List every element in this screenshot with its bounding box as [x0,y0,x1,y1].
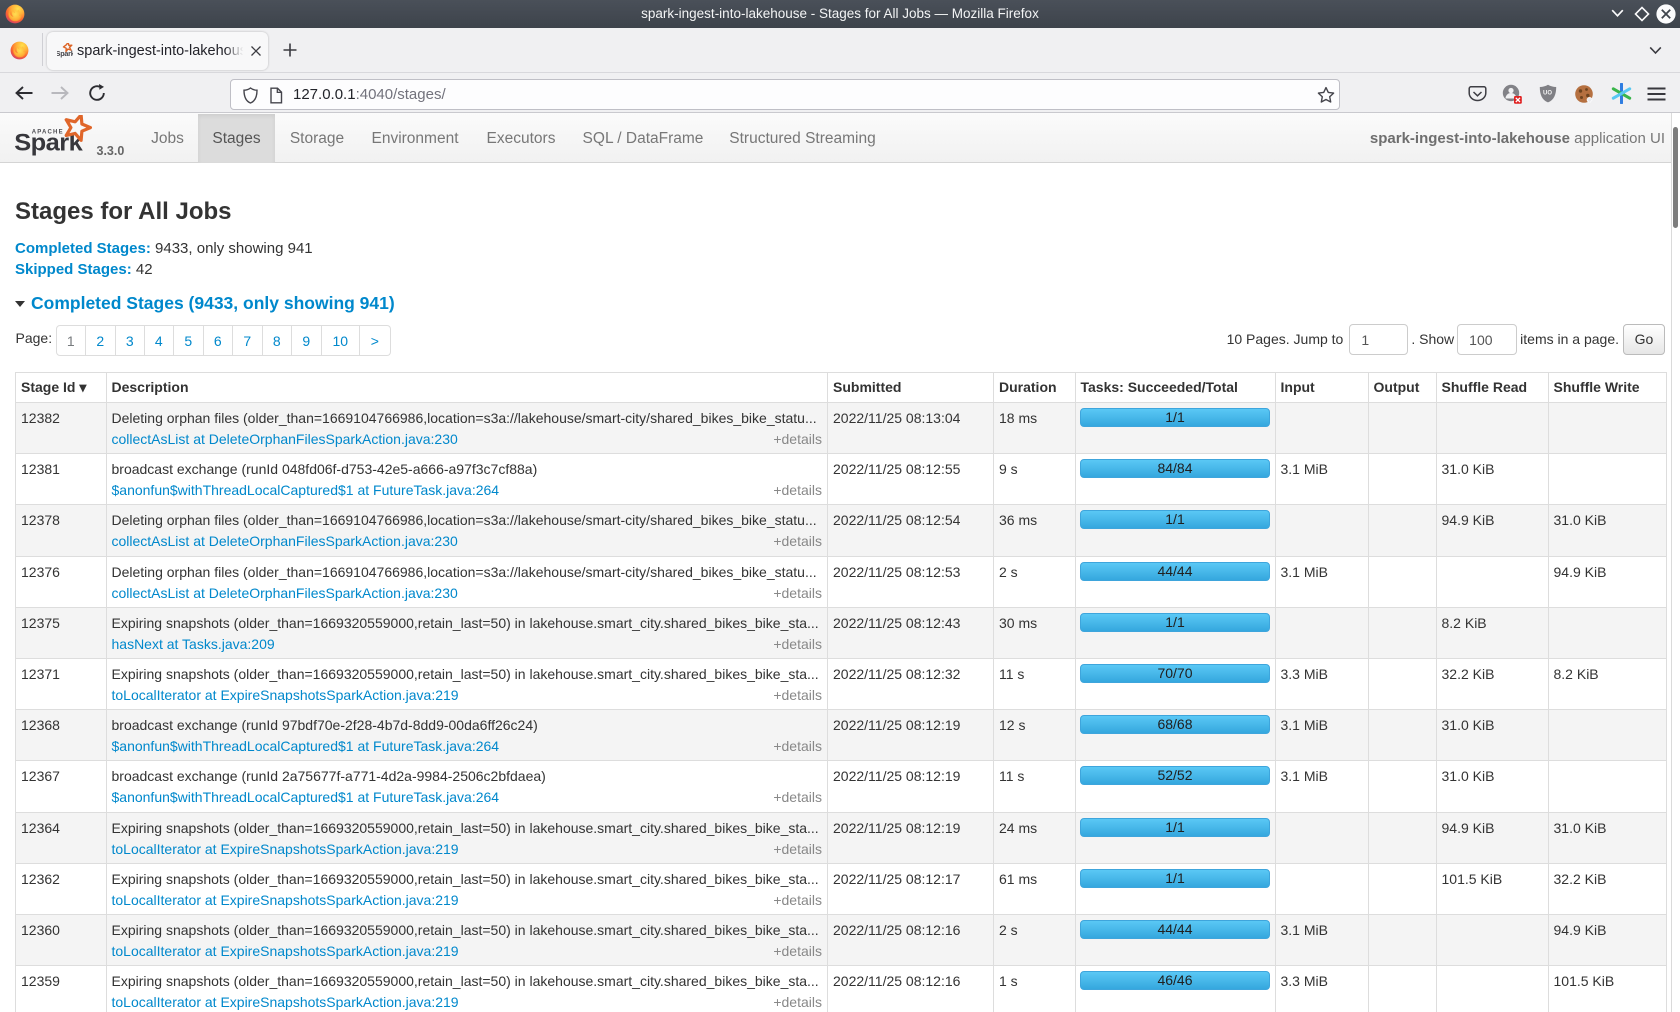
svg-text:UO: UO [1543,91,1552,97]
